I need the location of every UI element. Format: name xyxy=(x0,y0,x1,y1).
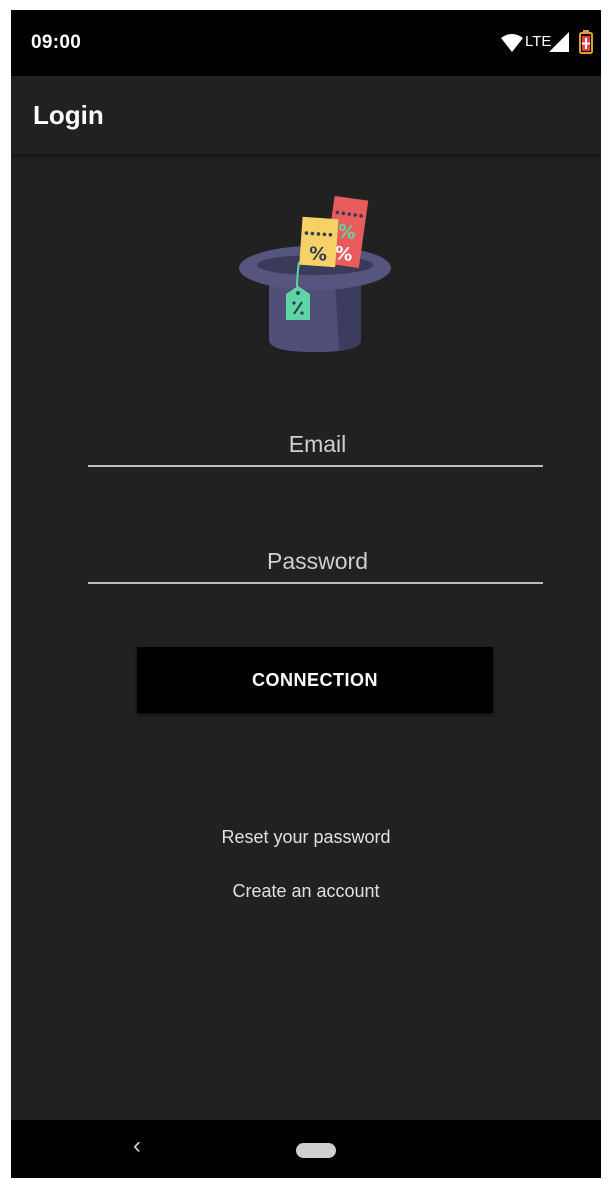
wifi-icon xyxy=(501,34,523,52)
signal-icon xyxy=(549,32,569,52)
battery-charging-icon xyxy=(579,30,593,54)
tag-percent-1: % xyxy=(336,221,357,244)
password-input[interactable] xyxy=(88,542,547,580)
status-bar: 09:00 LTE xyxy=(11,10,601,76)
create-account-link[interactable]: Create an account xyxy=(11,881,601,902)
email-field[interactable] xyxy=(88,415,547,467)
network-type-label: LTE xyxy=(525,33,552,50)
home-pill-icon[interactable] xyxy=(296,1143,336,1158)
navigation-bar: ‹ xyxy=(11,1120,601,1178)
tag-percent-3: % xyxy=(308,243,327,265)
status-icons: LTE xyxy=(491,28,601,58)
phone-screen: 09:00 LTE Login % % % Email CONNECTION R… xyxy=(11,10,601,1178)
connection-button[interactable]: CONNECTION xyxy=(137,647,493,713)
email-input[interactable] xyxy=(88,425,547,463)
back-icon[interactable]: ‹ xyxy=(133,1134,141,1158)
status-time: 09:00 xyxy=(31,32,82,53)
reset-password-link[interactable]: Reset your password xyxy=(11,827,601,848)
magic-hat-discount-icon: % % % xyxy=(239,195,391,352)
app-bar: Login xyxy=(11,76,601,154)
page-title: Login xyxy=(33,100,104,130)
password-field[interactable] xyxy=(88,532,547,584)
